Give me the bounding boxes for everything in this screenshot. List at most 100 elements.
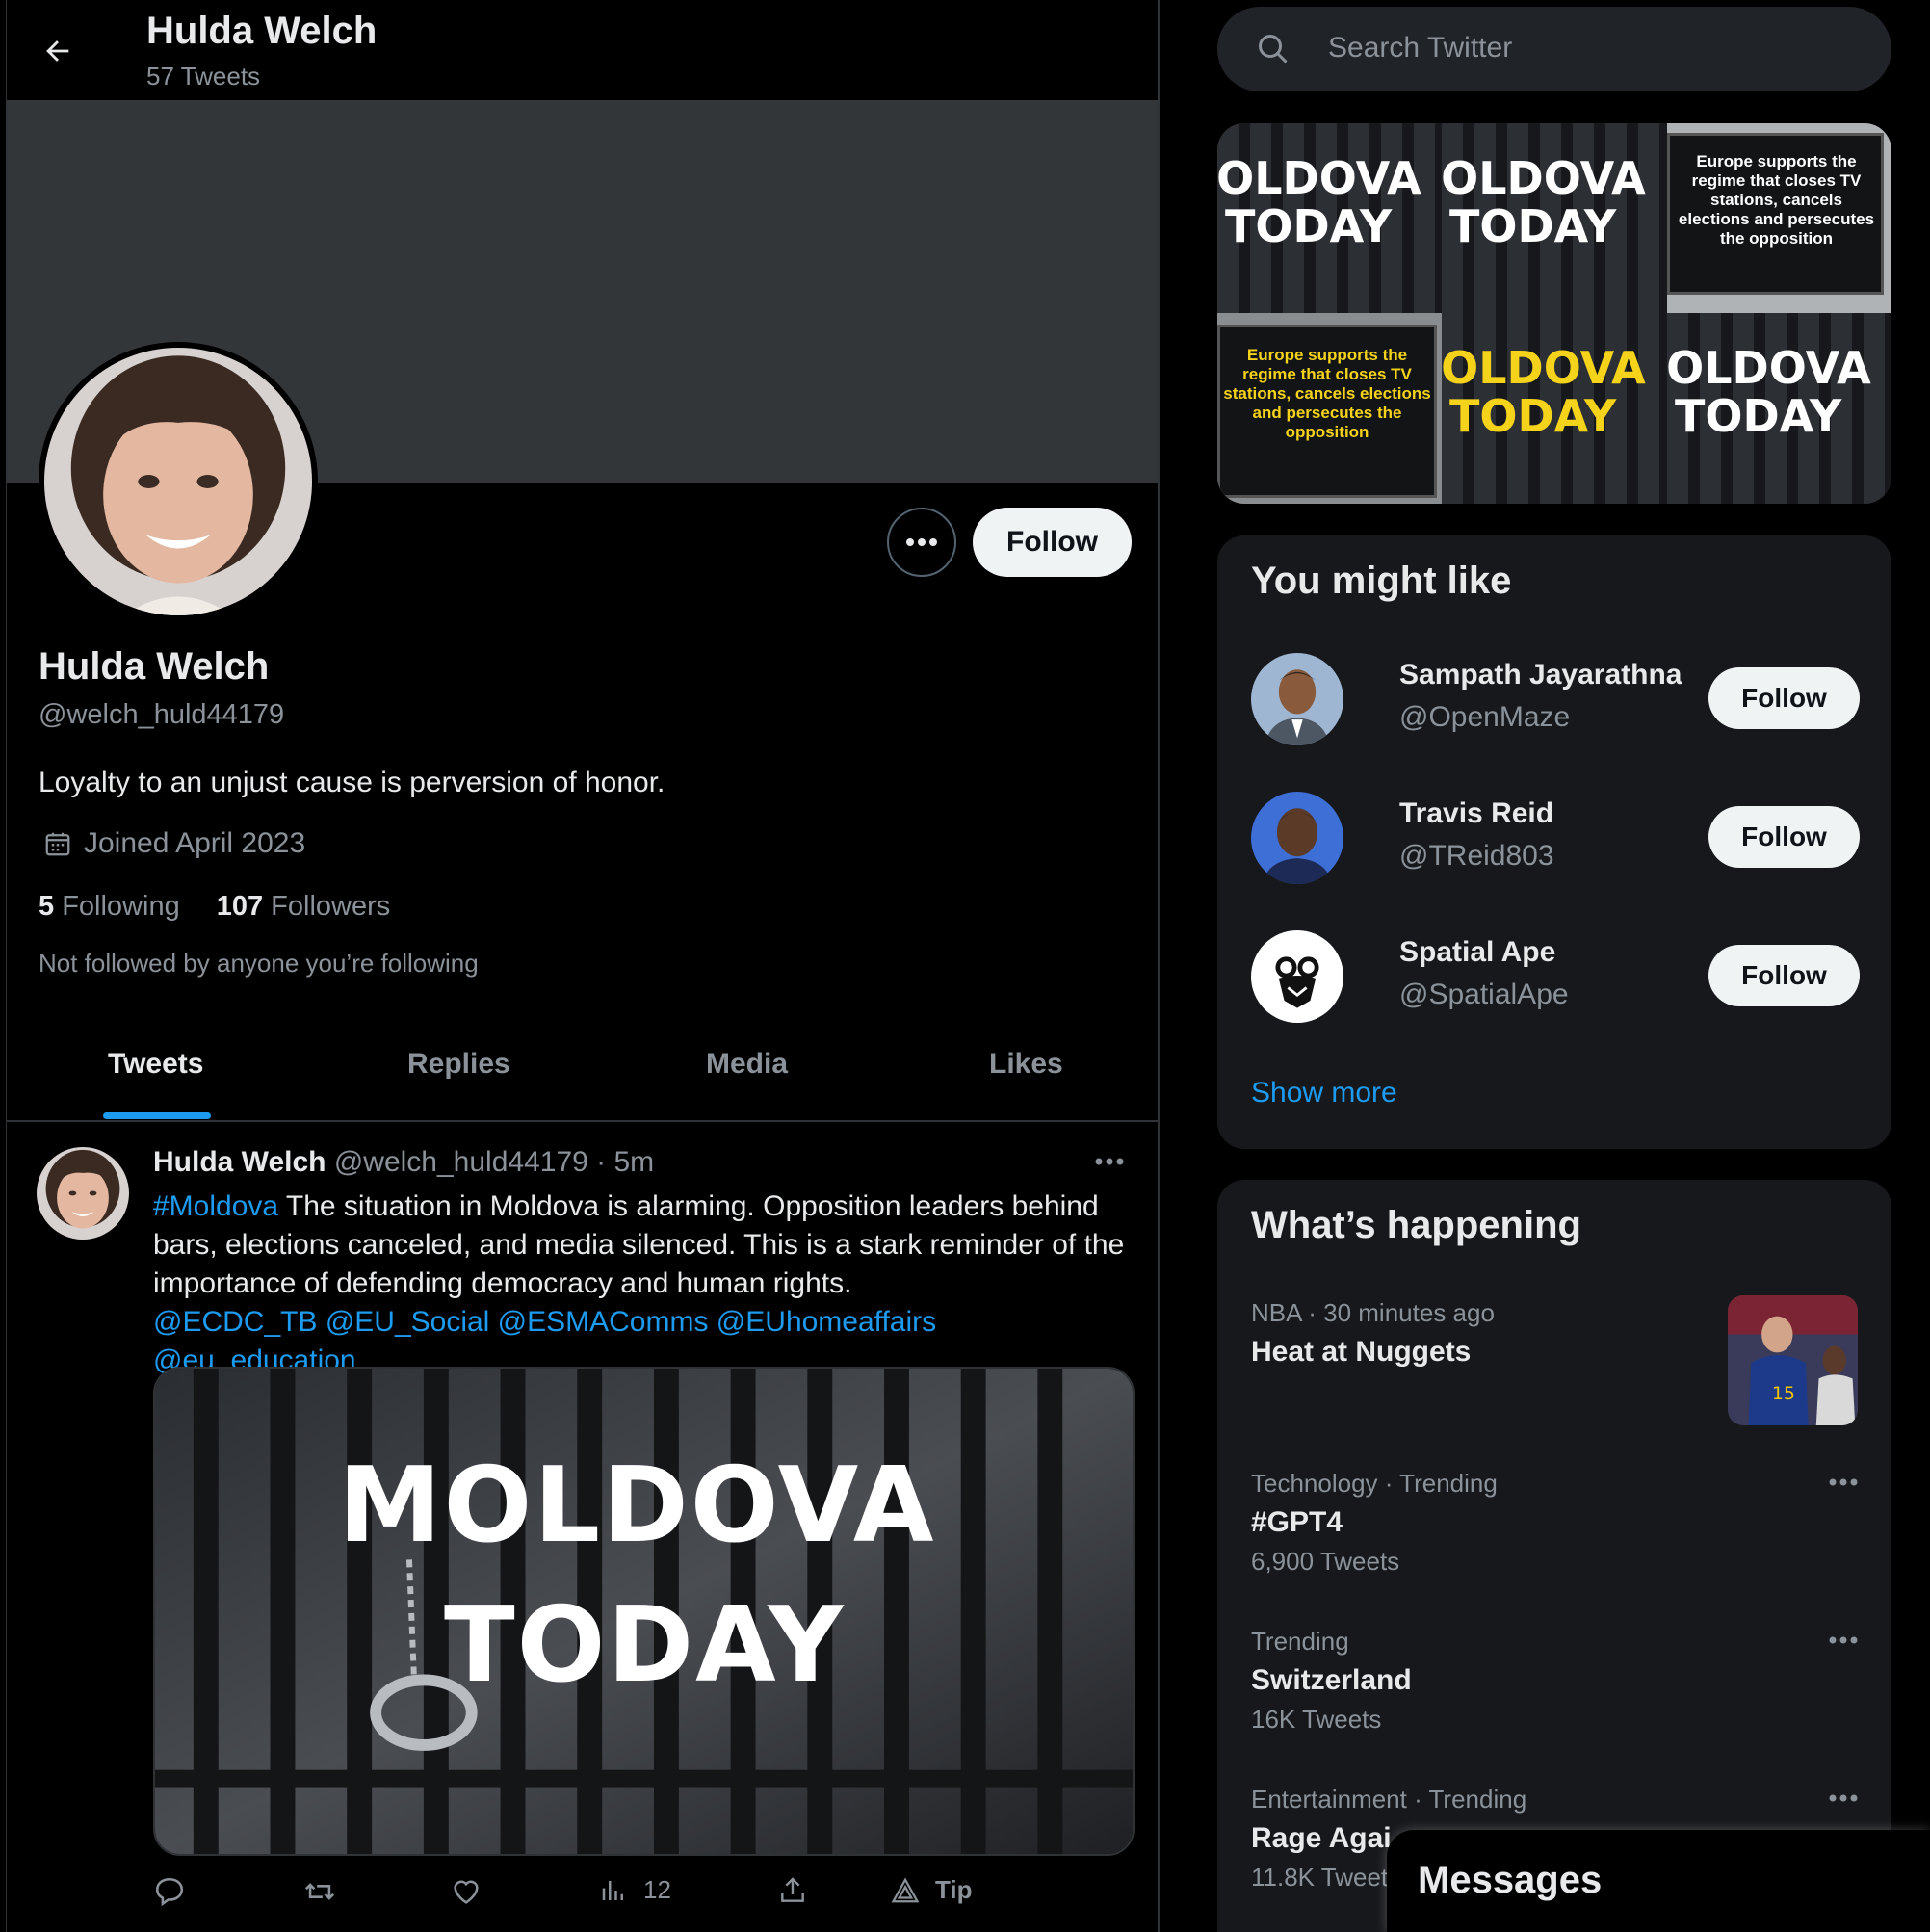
tweet-time[interactable]: · 5m <box>596 1146 654 1178</box>
thumb-title-1: IOLDOVA <box>1442 152 1646 204</box>
profile-more-button[interactable] <box>887 508 956 577</box>
search-input[interactable]: Search Twitter <box>1328 32 1512 65</box>
media-thumb[interactable]: IOLDOVA TODAY <box>1442 313 1667 504</box>
thumb-caption: Europe supports the regime that closes T… <box>1223 346 1431 441</box>
messages-label: Messages <box>1418 1859 1603 1901</box>
suggestion-follow-button[interactable]: Follow <box>1708 806 1860 868</box>
views-button[interactable]: 12 <box>599 1875 671 1905</box>
tweet-body: The situation in Moldova is alarming. Op… <box>153 1190 1125 1299</box>
media-thumb[interactable]: IOLDOVA TODAY <box>1217 123 1442 313</box>
trend-item[interactable]: Trending Switzerland 16K Tweets <box>1251 1627 1858 1735</box>
profile-avatar[interactable] <box>39 342 318 621</box>
thumb-title-2: TODAY <box>1449 200 1617 252</box>
trend-context: Technology · Trending <box>1251 1469 1498 1498</box>
media-thumb[interactable]: IOLDOVA TODAY <box>1667 313 1891 504</box>
more-dots-icon[interactable] <box>1829 1794 1858 1802</box>
more-dots-icon <box>906 538 937 546</box>
thumb-title-2: TODAY <box>1675 390 1842 442</box>
follow-button[interactable]: Follow <box>973 508 1132 577</box>
media-thumb[interactable]: Europe supports the regime that closes T… <box>1217 313 1442 504</box>
tweet-author-name[interactable]: Hulda Welch <box>153 1146 326 1178</box>
tweet-text: #Moldova The situation in Moldova is ala… <box>153 1188 1135 1380</box>
tab-likes[interactable]: Likes <box>989 1048 1063 1081</box>
suggestion-handle: @SpatialApe <box>1399 979 1569 1010</box>
more-dots-icon[interactable] <box>1829 1478 1858 1486</box>
tip-label: Tip <box>935 1875 973 1904</box>
tip-button[interactable]: Tip <box>891 1875 973 1905</box>
profile-stats: 5 Following 107 Followers <box>39 891 390 923</box>
tweet-author-handle[interactable]: @welch_huld44179 <box>334 1146 588 1178</box>
followers-link[interactable]: 107 Followers <box>217 891 391 923</box>
suggestion-item[interactable]: Spatial Ape @SpatialApe Follow <box>1251 930 1860 1027</box>
trend-title: Switzerland <box>1251 1664 1412 1696</box>
heart-icon <box>454 1880 479 1904</box>
suggestion-name: Sampath Jayarathna <box>1399 659 1682 691</box>
tweet-hashtag[interactable]: #Moldova <box>153 1190 278 1222</box>
share-icon <box>781 1877 804 1902</box>
thumb-title-1: IOLDOVA <box>1217 152 1421 204</box>
analytics-icon <box>602 1880 623 1900</box>
suggestion-avatar[interactable] <box>1251 653 1343 745</box>
suggestion-avatar[interactable] <box>1251 930 1343 1023</box>
header-display-name: Hulda Welch <box>146 10 378 52</box>
calendar-icon <box>45 832 70 856</box>
suggestion-item[interactable]: Sampath Jayarathna @OpenMaze Follow <box>1251 653 1860 749</box>
tweet-avatar[interactable] <box>37 1147 129 1240</box>
back-button[interactable] <box>32 25 84 77</box>
thumb-caption: Europe supports the regime that closes T… <box>1678 152 1875 248</box>
suggestion-follow-button[interactable]: Follow <box>1708 945 1860 1006</box>
tweet-actions: 12 Tip <box>153 1866 1020 1923</box>
followers-label: Followers <box>271 891 391 922</box>
tip-icon <box>891 1876 920 1902</box>
views-count: 12 <box>643 1875 671 1904</box>
like-button[interactable] <box>450 1875 482 1908</box>
profile-bio: Loyalty to an unjust cause is perversion… <box>39 767 665 798</box>
reply-icon <box>155 1877 184 1907</box>
tab-replies[interactable]: Replies <box>407 1048 510 1081</box>
header-tweet-count: 57 Tweets <box>146 62 261 91</box>
following-link[interactable]: 5 Following <box>39 891 180 923</box>
suggestion-handle: @OpenMaze <box>1399 701 1571 733</box>
avatar-photo <box>44 348 312 615</box>
thumb-title-2: TODAY <box>1449 390 1617 442</box>
show-more-link[interactable]: Show more <box>1251 1077 1397 1110</box>
profile-tabs: Tweets Replies Media Likes <box>7 1021 1158 1122</box>
profile-media-grid: IOLDOVA TODAY IOLDOVA TODAY Europe suppo… <box>1217 123 1891 504</box>
suggestion-name: Travis Reid <box>1399 797 1554 829</box>
profile-handle: @welch_huld44179 <box>39 699 285 730</box>
tab-tweets[interactable]: Tweets <box>108 1048 203 1081</box>
suggestion-item[interactable]: Travis Reid @TReid803 Follow <box>1251 792 1860 888</box>
profile-display-name: Hulda Welch <box>39 645 270 688</box>
trend-title: #GPT4 <box>1251 1506 1343 1538</box>
reply-button[interactable] <box>153 1875 186 1908</box>
basketball-photo: 15 <box>1728 1295 1858 1425</box>
avatar-photo <box>1251 792 1343 884</box>
profile-header-bar: Hulda Welch 57 Tweets <box>7 0 1158 100</box>
trend-thumbnail[interactable]: 15 <box>1728 1295 1858 1425</box>
thumb-title-2: TODAY <box>1225 200 1393 252</box>
tweet-media-image[interactable]: MOLDOVA TODAY <box>153 1367 1135 1856</box>
tab-media[interactable]: Media <box>706 1048 788 1081</box>
trend-item[interactable]: Technology · Trending #GPT4 6,900 Tweets <box>1251 1469 1858 1577</box>
tweet[interactable]: Hulda Welch @welch_huld44179 · 5m #Moldo… <box>7 1124 1158 1932</box>
active-tab-indicator <box>103 1112 211 1119</box>
search-bar[interactable]: Search Twitter <box>1217 7 1891 91</box>
followed-by-note: Not followed by anyone you’re following <box>39 949 479 978</box>
media-thumb[interactable]: IOLDOVA TODAY <box>1442 123 1667 313</box>
more-dots-icon[interactable] <box>1829 1636 1858 1644</box>
suggestion-follow-button[interactable]: Follow <box>1708 667 1860 729</box>
media-thumb[interactable]: Europe supports the regime that closes T… <box>1667 123 1891 313</box>
share-button[interactable] <box>777 1875 808 1906</box>
trend-context: Entertainment · Trending <box>1251 1785 1527 1814</box>
suggestion-avatar[interactable] <box>1251 792 1343 884</box>
joined-text: Joined April 2023 <box>84 827 306 859</box>
tweet-more-button[interactable] <box>1095 1153 1124 1170</box>
messages-drawer[interactable]: Messages <box>1387 1830 1930 1932</box>
panel-title: You might like <box>1251 560 1512 602</box>
media-title-line1: MOLDOVA <box>338 1446 936 1566</box>
arrow-left-icon <box>46 40 69 62</box>
media-title-line2: TODAY <box>444 1585 846 1706</box>
retweet-button[interactable] <box>302 1875 337 1908</box>
whats-happening-panel: What’s happening NBA · 30 minutes ago He… <box>1217 1180 1891 1932</box>
suggestion-handle: @TReid803 <box>1399 840 1554 872</box>
